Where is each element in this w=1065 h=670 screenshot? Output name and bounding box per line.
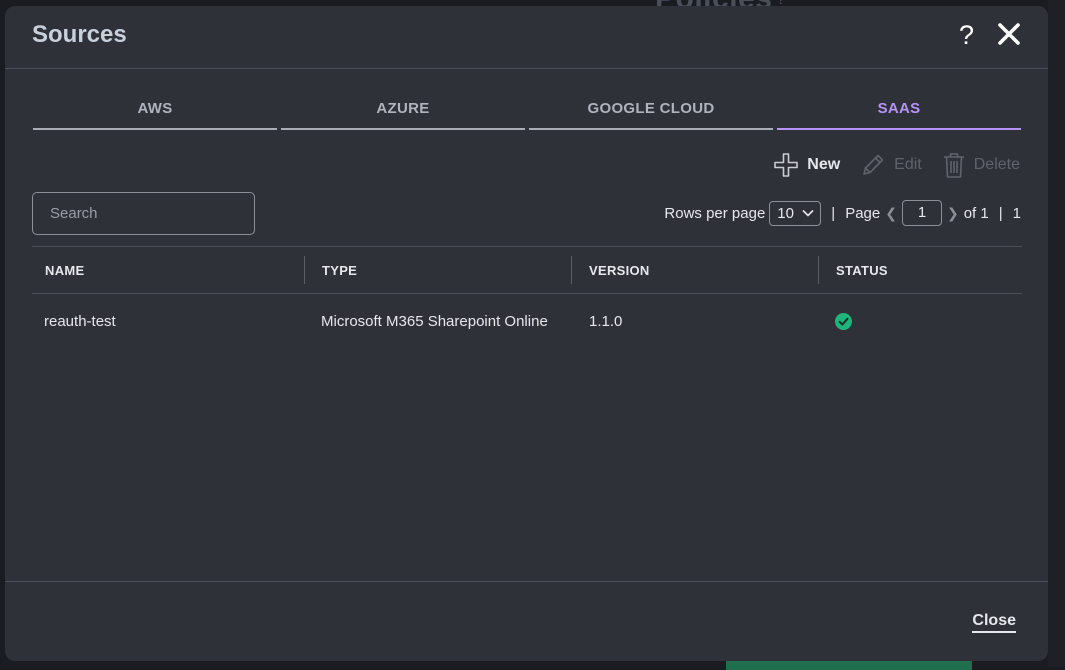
cell-name: reauth-test	[44, 313, 116, 330]
search-input[interactable]	[32, 192, 255, 235]
tab-aws[interactable]: AWS	[33, 100, 277, 130]
new-button[interactable]: New	[773, 152, 840, 178]
dialog-footer: Close	[5, 581, 1048, 661]
tab-google-cloud[interactable]: GOOGLE CLOUD	[529, 100, 773, 130]
column-header-status[interactable]: STATUS	[836, 263, 888, 278]
page-number-input[interactable]: 1	[901, 200, 942, 226]
chevron-right-icon[interactable]: ❯	[947, 205, 959, 222]
source-tabs: AWS AZURE GOOGLE CLOUD SAAS	[33, 100, 1021, 130]
background-button	[726, 660, 972, 670]
tab-saas[interactable]: SAAS	[777, 100, 1021, 130]
toolbar: New Edit Delete	[773, 151, 1020, 179]
edit-button-label: Edit	[894, 156, 922, 173]
pager-separator-2: |	[998, 204, 1003, 222]
column-header-version[interactable]: VERSION	[589, 263, 650, 278]
pager-separator: |	[831, 204, 836, 222]
trash-icon	[943, 153, 964, 178]
column-divider	[304, 256, 305, 284]
sources-table: NAME TYPE VERSION STATUS reauth-test Mic…	[32, 246, 1022, 350]
close-icon[interactable]	[995, 20, 1023, 48]
column-header-name[interactable]: NAME	[45, 263, 84, 278]
page-of-label: of 1	[963, 204, 989, 222]
close-button[interactable]: Close	[972, 612, 1016, 633]
delete-button[interactable]: Delete	[942, 151, 1020, 179]
plus-icon	[774, 153, 799, 177]
rows-per-page-label: Rows per page	[664, 204, 766, 222]
page-label: Page	[845, 204, 881, 222]
chevron-left-icon[interactable]: ❮	[885, 205, 897, 222]
rows-per-page-value: 10	[777, 204, 794, 222]
column-divider	[571, 256, 572, 284]
delete-button-label: Delete	[973, 156, 1020, 173]
pagination: Rows per page 10 | Page ❮ 1 ❯ of 1 | 1	[664, 200, 1021, 226]
background-panel	[1048, 0, 1065, 667]
total-count: 1	[1012, 204, 1021, 222]
rows-per-page-select[interactable]: 10	[769, 200, 822, 226]
chevron-down-icon	[802, 209, 814, 217]
dialog-header: Sources ?	[5, 6, 1048, 69]
cell-version: 1.1.0	[589, 313, 623, 330]
help-icon[interactable]: ?	[959, 20, 974, 51]
dialog-title: Sources	[32, 21, 127, 48]
check-circle-icon	[835, 313, 852, 330]
sources-dialog: Sources ? AWS AZURE GOOGLE CLOUD SAAS Ne…	[5, 6, 1048, 661]
new-button-label: New	[807, 156, 841, 173]
table-header: NAME TYPE VERSION STATUS	[32, 246, 1022, 294]
cell-type: Microsoft M365 Sharepoint Online	[321, 313, 548, 330]
edit-button[interactable]: Edit	[860, 152, 922, 178]
column-divider	[818, 256, 819, 284]
table-row[interactable]: reauth-test Microsoft M365 Sharepoint On…	[32, 294, 1022, 350]
column-header-type[interactable]: TYPE	[322, 263, 357, 278]
pencil-icon	[863, 154, 884, 175]
tab-azure[interactable]: AZURE	[281, 100, 525, 130]
